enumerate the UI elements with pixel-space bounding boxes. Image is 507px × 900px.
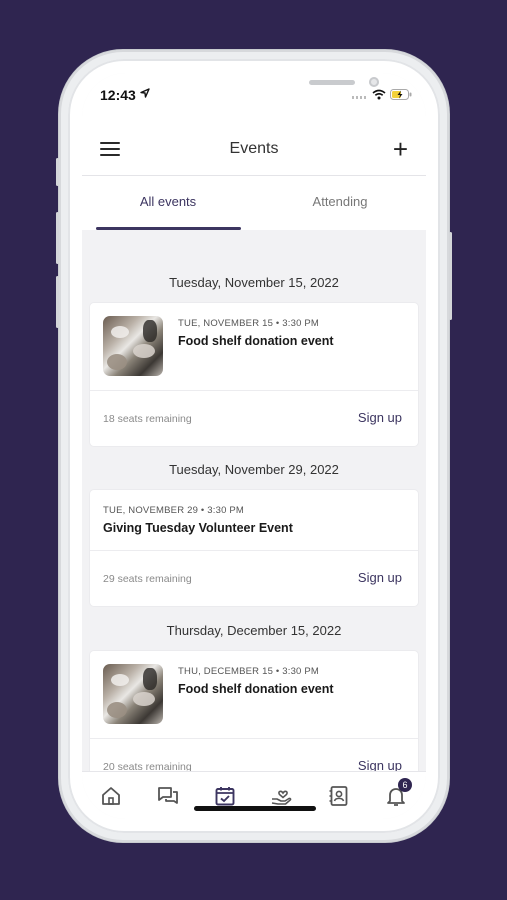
event-info: TUE, NOVEMBER 29 • 3:30 PM Giving Tuesda… <box>103 505 408 535</box>
event-card-top: TUE, NOVEMBER 15 • 3:30 PM Food shelf do… <box>90 303 418 391</box>
tab-label: All events <box>139 194 197 209</box>
contacts-icon[interactable] <box>327 784 351 808</box>
bell-icon[interactable]: 6 <box>384 778 412 808</box>
side-button <box>56 212 59 264</box>
seats-remaining: 18 seats remaining <box>103 413 192 425</box>
page-title: Events <box>229 140 279 157</box>
front-camera <box>369 77 379 87</box>
battery-charging-icon <box>390 89 412 100</box>
event-card-top: TUE, NOVEMBER 29 • 3:30 PM Giving Tuesda… <box>90 490 418 551</box>
screen: 12:43 Events + All events Attending Tues… <box>82 73 426 819</box>
event-datetime: TUE, NOVEMBER 29 • 3:30 PM <box>103 505 245 516</box>
sign-up-button[interactable]: Sign up <box>358 410 402 425</box>
signal-icon <box>352 95 366 99</box>
event-card-top: THU, DECEMBER 15 • 3:30 PM Food shelf do… <box>90 651 418 739</box>
status-icons <box>352 89 412 100</box>
tab-bar: All events Attending <box>82 176 426 230</box>
event-title: Food shelf donation event <box>178 682 334 696</box>
seats-remaining: 29 seats remaining <box>103 573 192 585</box>
status-bar: 12:43 <box>82 73 426 123</box>
add-event-button[interactable]: + <box>393 136 408 162</box>
home-indicator <box>194 806 316 811</box>
event-title: Food shelf donation event <box>178 334 334 348</box>
notch <box>161 73 379 103</box>
tab-all-events[interactable]: All events <box>82 176 254 230</box>
side-button <box>56 276 59 328</box>
status-time: 12:43 <box>100 87 136 103</box>
side-button <box>56 158 59 186</box>
speaker <box>309 80 355 85</box>
event-card-bottom: 29 seats remaining Sign up <box>90 551 418 606</box>
side-button <box>449 232 452 320</box>
tab-active-indicator <box>96 227 241 230</box>
event-image <box>103 316 163 376</box>
event-datetime: THU, DECEMBER 15 • 3:30 PM <box>178 666 320 677</box>
event-card-bottom: 18 seats remaining Sign up <box>90 391 418 446</box>
chat-icon[interactable] <box>156 784 180 808</box>
home-icon[interactable] <box>99 784 123 808</box>
wifi-icon <box>372 89 386 100</box>
tab-attending[interactable]: Attending <box>254 176 426 230</box>
location-arrow-icon <box>140 88 150 98</box>
date-header: Tuesday, November 15, 2022 <box>169 275 339 290</box>
event-card[interactable]: TUE, NOVEMBER 15 • 3:30 PM Food shelf do… <box>90 303 418 446</box>
app-header: Events + <box>82 123 426 176</box>
sign-up-button[interactable]: Sign up <box>358 570 402 585</box>
phone-frame: 12:43 Events + All events Attending Tues… <box>56 50 452 842</box>
event-title: Giving Tuesday Volunteer Event <box>103 521 293 535</box>
date-header: Thursday, December 15, 2022 <box>166 623 342 638</box>
date-header: Tuesday, November 29, 2022 <box>169 462 339 477</box>
event-image <box>103 664 163 724</box>
event-datetime: TUE, NOVEMBER 15 • 3:30 PM <box>178 318 320 329</box>
notification-badge: 6 <box>398 778 412 792</box>
calendar-check-icon[interactable] <box>213 784 237 808</box>
event-info: TUE, NOVEMBER 15 • 3:30 PM Food shelf do… <box>178 318 408 348</box>
event-card[interactable]: TUE, NOVEMBER 29 • 3:30 PM Giving Tuesda… <box>90 490 418 606</box>
tab-label: Attending <box>312 194 368 209</box>
event-info: THU, DECEMBER 15 • 3:30 PM Food shelf do… <box>178 666 408 696</box>
bottom-nav: 6 <box>82 771 426 819</box>
donate-heart-icon[interactable] <box>270 784 294 808</box>
